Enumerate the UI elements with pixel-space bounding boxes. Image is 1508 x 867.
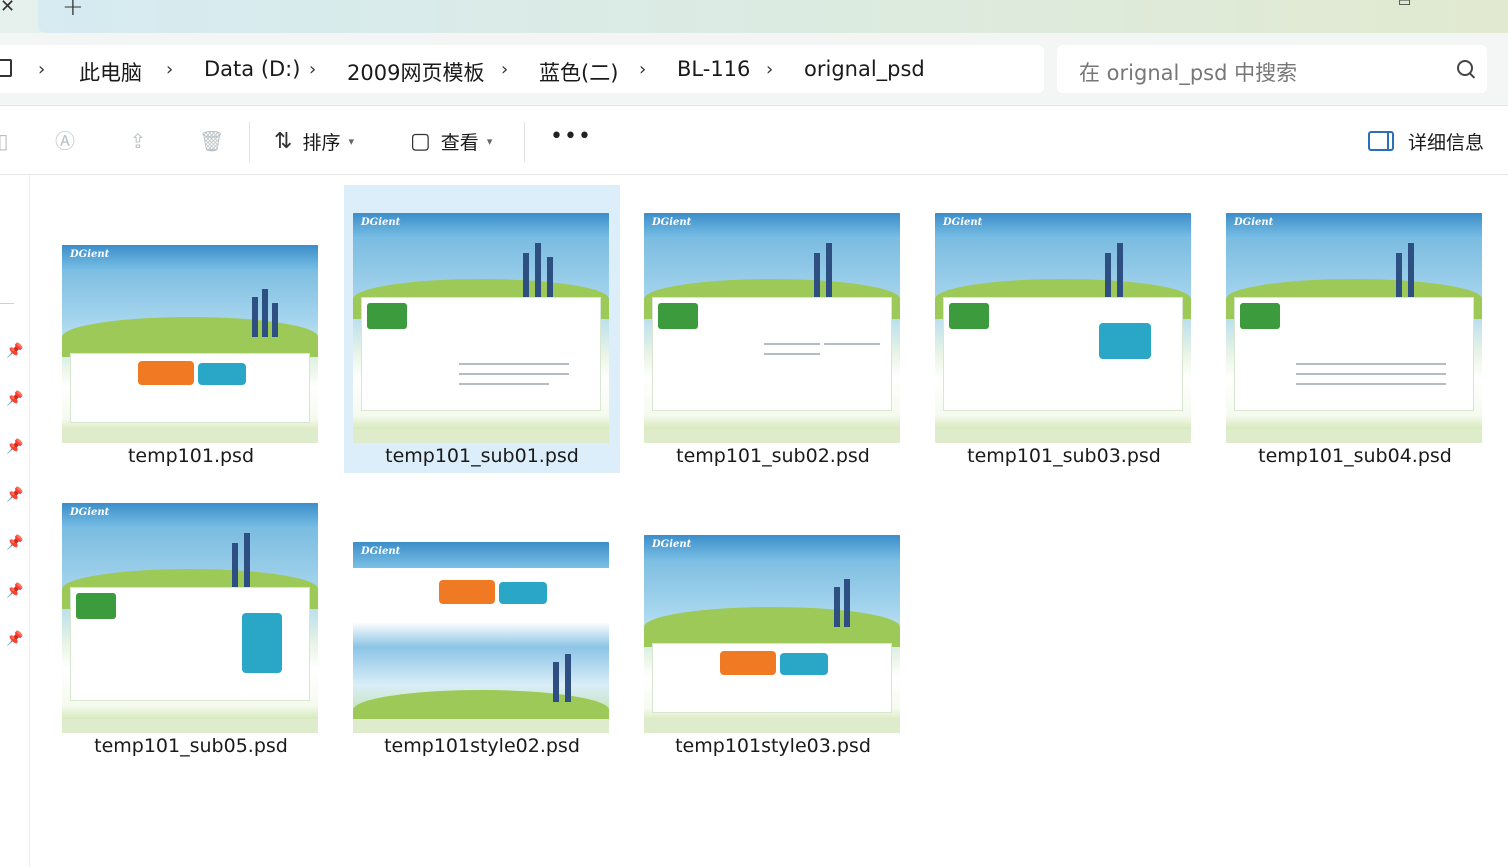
- psd-thumbnail: DGient: [1226, 213, 1482, 443]
- psd-thumbnail: DGient: [62, 245, 318, 443]
- pin-icon[interactable]: 📌: [6, 343, 23, 359]
- breadcrumb-orignal-psd[interactable]: orignal_psd: [804, 57, 925, 81]
- pin-icon[interactable]: 📌: [6, 631, 23, 647]
- file-grid: DGient temp101.psd DGient temp101_sub01.…: [30, 175, 1508, 867]
- delete-icon[interactable]: 🗑: [199, 130, 224, 152]
- thumbnail-logo: DGient: [70, 507, 110, 518]
- sort-button[interactable]: ⇅ 排序 ▾: [274, 126, 354, 156]
- address-row: › 此电脑 › Data (D:) › 2009网页模板 › 蓝色(二) › B…: [0, 33, 1508, 106]
- rename-icon[interactable]: Ⓐ: [54, 130, 76, 152]
- computer-icon: [0, 59, 12, 77]
- details-label: 详细信息: [1408, 131, 1485, 154]
- pin-icon[interactable]: 📌: [6, 391, 23, 407]
- file-item[interactable]: DGient temp101style02.psd: [344, 475, 620, 763]
- command-bar: ▯ Ⓐ ⇪ 🗑 ⇅ 排序 ▾ ▢ 查看 ▾ ••• 详细信息: [0, 106, 1508, 175]
- minimize-icon[interactable]: ▭: [1398, 0, 1411, 10]
- psd-thumbnail: DGient: [353, 213, 609, 443]
- chevron-down-icon: ▾: [348, 134, 354, 148]
- chevron-right-icon[interactable]: ›: [639, 59, 646, 80]
- file-name[interactable]: temp101_sub05.psd: [53, 735, 329, 757]
- breadcrumb-blue-2[interactable]: 蓝色(二): [539, 57, 618, 87]
- psd-thumbnail: DGient: [353, 542, 609, 733]
- address-bar[interactable]: › 此电脑 › Data (D:) › 2009网页模板 › 蓝色(二) › B…: [0, 45, 1044, 93]
- pin-icon[interactable]: 📌: [6, 535, 23, 551]
- close-tab-icon[interactable]: ✕: [0, 0, 15, 17]
- toolbar-divider: [249, 122, 250, 162]
- title-bar: ✕ + ▭: [0, 0, 1508, 33]
- navigation-pane: 📌 📌 📌 📌 📌 📌 📌: [0, 175, 30, 867]
- search-placeholder: 在 orignal_psd 中搜索: [1079, 61, 1298, 85]
- thumbnail-logo: DGient: [70, 249, 110, 260]
- file-name[interactable]: temp101_sub03.psd: [926, 445, 1202, 467]
- file-item[interactable]: DGient temp101_sub04.psd: [1217, 185, 1493, 473]
- view-icon: ▢: [410, 128, 431, 154]
- file-name[interactable]: temp101style02.psd: [344, 735, 620, 757]
- thumbnail-logo: DGient: [1234, 217, 1274, 228]
- toolbar-divider: [524, 122, 525, 162]
- file-name[interactable]: temp101_sub04.psd: [1217, 445, 1493, 467]
- search-box[interactable]: 在 orignal_psd 中搜索: [1057, 45, 1487, 93]
- pin-icon[interactable]: 📌: [6, 439, 23, 455]
- share-icon[interactable]: ⇪: [127, 130, 149, 152]
- chevron-down-icon: ▾: [486, 134, 493, 148]
- new-tab-icon[interactable]: +: [62, 0, 84, 22]
- file-item[interactable]: DGient temp101_sub03.psd: [926, 185, 1202, 473]
- thumbnail-logo: DGient: [652, 217, 692, 228]
- view-label: 查看: [440, 131, 479, 154]
- psd-thumbnail: DGient: [62, 503, 318, 733]
- details-button[interactable]: 详细信息: [1368, 126, 1484, 156]
- more-options-button[interactable]: •••: [550, 124, 592, 149]
- psd-thumbnail: DGient: [644, 535, 900, 733]
- file-name[interactable]: temp101.psd: [53, 445, 329, 467]
- breadcrumb-bl-116[interactable]: BL-116: [677, 57, 750, 81]
- view-button[interactable]: ▢ 查看 ▾: [410, 126, 492, 156]
- file-name[interactable]: temp101_sub01.psd: [344, 445, 620, 467]
- paste-icon[interactable]: ▯: [0, 130, 14, 152]
- nav-divider: [0, 303, 14, 304]
- details-pane-icon: [1368, 131, 1394, 151]
- sort-label: 排序: [302, 131, 341, 154]
- chevron-right-icon[interactable]: ›: [309, 59, 316, 80]
- breadcrumb-this-pc[interactable]: 此电脑: [79, 57, 142, 87]
- sort-icon: ⇅: [274, 128, 293, 154]
- breadcrumb-2009-templates[interactable]: 2009网页模板: [347, 57, 484, 87]
- thumbnail-logo: DGient: [652, 539, 692, 550]
- file-item-selected[interactable]: DGient temp101_sub01.psd: [344, 185, 620, 473]
- chevron-right-icon[interactable]: ›: [166, 59, 173, 80]
- file-item[interactable]: DGient temp101_sub05.psd: [53, 475, 329, 763]
- chevron-right-icon[interactable]: ›: [38, 59, 45, 80]
- file-name[interactable]: temp101_sub02.psd: [635, 445, 911, 467]
- file-item[interactable]: DGient temp101style03.psd: [635, 475, 911, 763]
- file-item[interactable]: DGient temp101.psd: [53, 185, 329, 473]
- chevron-right-icon[interactable]: ›: [501, 59, 508, 80]
- psd-thumbnail: DGient: [644, 213, 900, 443]
- file-name[interactable]: temp101style03.psd: [635, 735, 911, 757]
- thumbnail-logo: DGient: [361, 217, 401, 228]
- chevron-right-icon[interactable]: ›: [766, 59, 773, 80]
- pin-icon[interactable]: 📌: [6, 583, 23, 599]
- psd-thumbnail: DGient: [935, 213, 1191, 443]
- file-item[interactable]: DGient temp101_sub02.psd: [635, 185, 911, 473]
- thumbnail-logo: DGient: [361, 546, 401, 557]
- tab-strip: + ▭: [38, 0, 1508, 33]
- search-icon[interactable]: [1457, 60, 1473, 76]
- pin-icon[interactable]: 📌: [6, 487, 23, 503]
- thumbnail-logo: DGient: [943, 217, 983, 228]
- breadcrumb-data-drive[interactable]: Data (D:): [204, 57, 300, 81]
